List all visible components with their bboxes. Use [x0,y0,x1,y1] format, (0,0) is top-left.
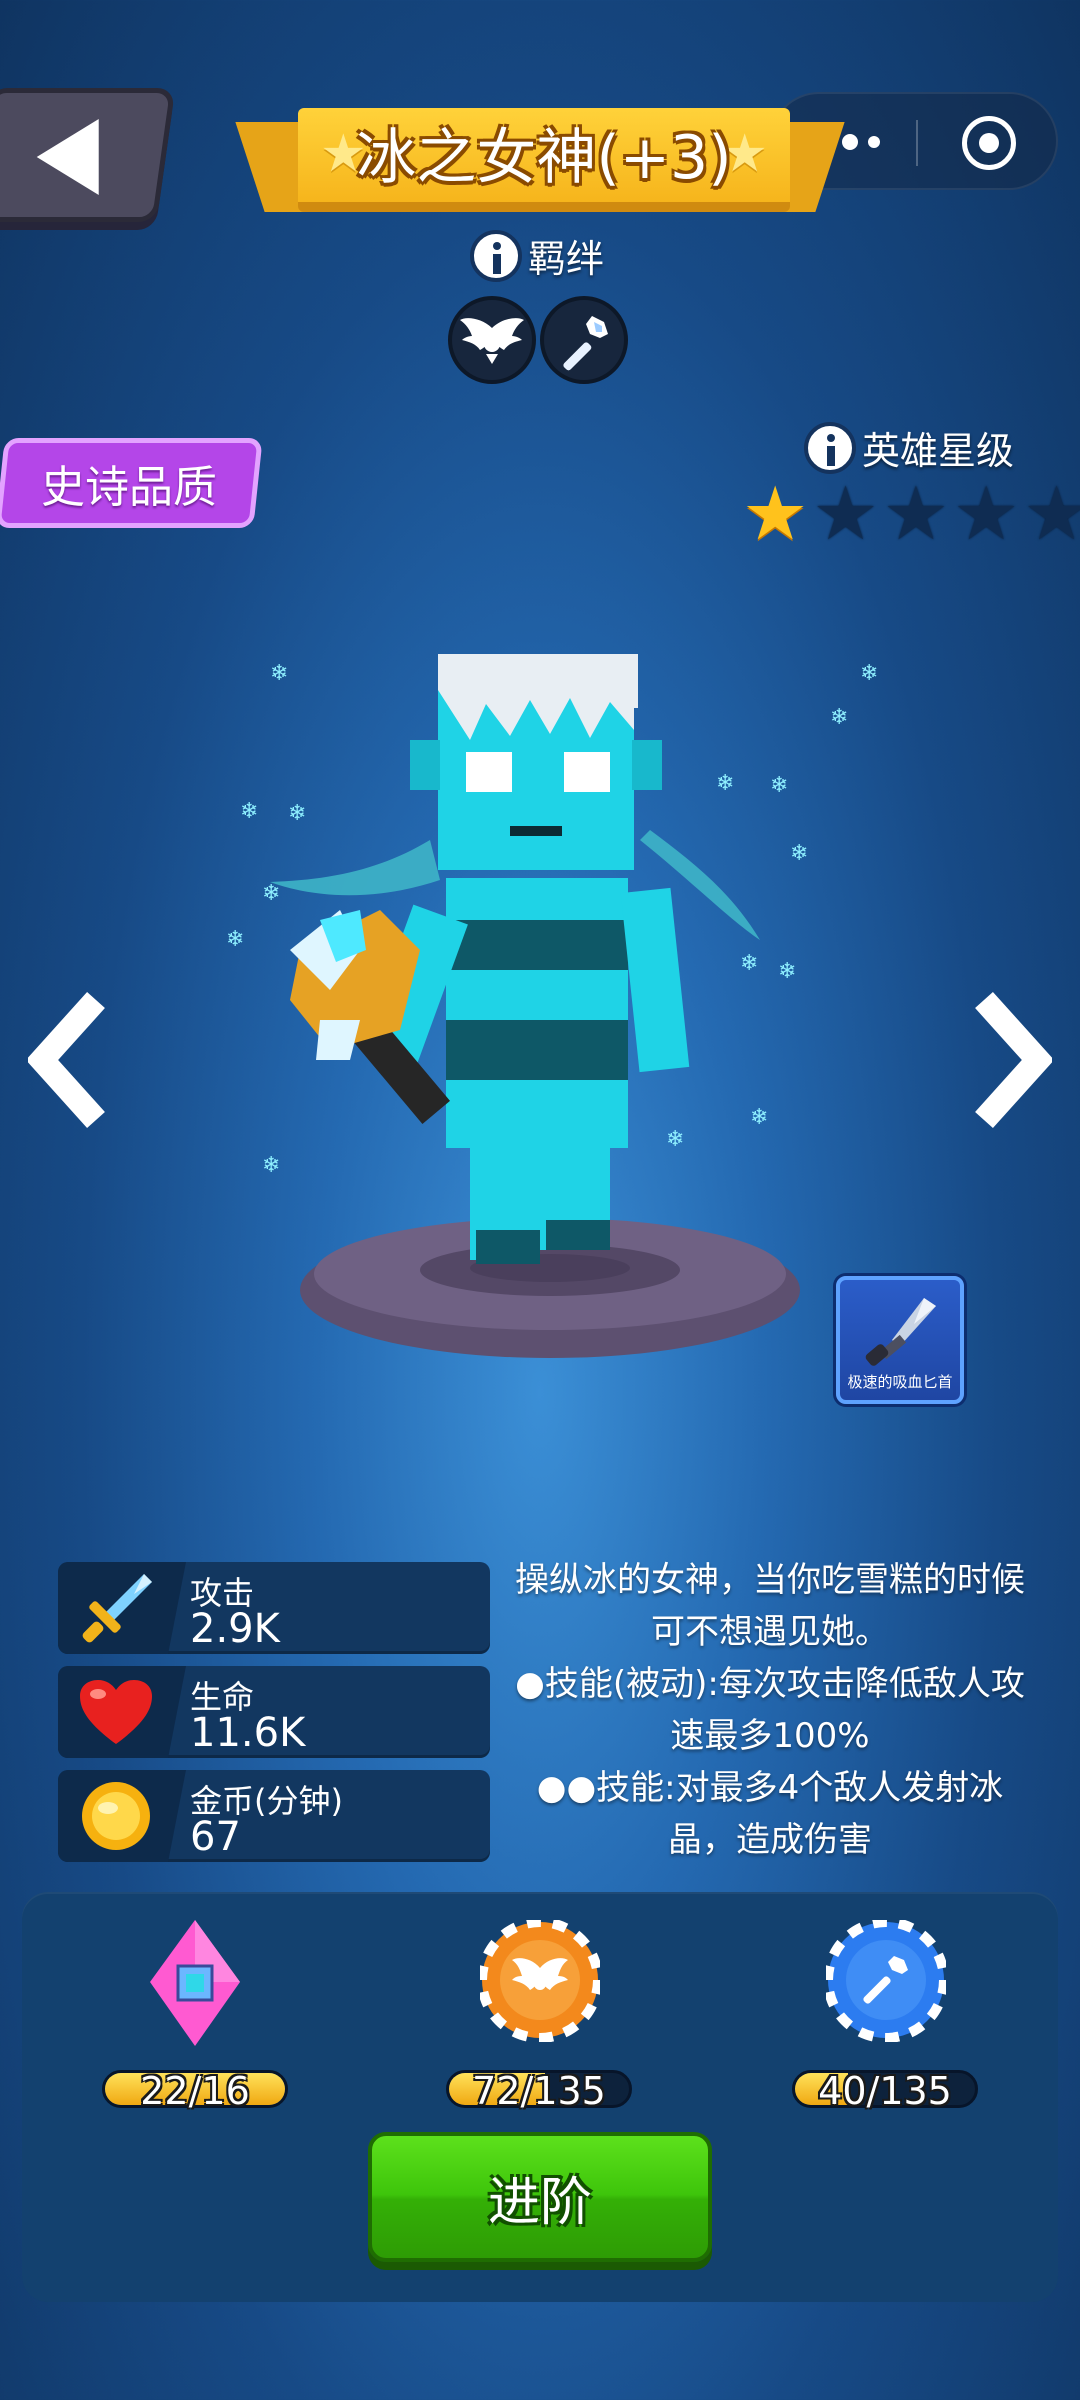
hero-description: 操纵冰的女神，当你吃雪糕的时候可不想遇见她。 ●技能(被动):每次攻击降低敌人攻… [510,1554,1030,1866]
wand-token-icon [826,1920,946,2042]
svg-text:❄: ❄ [830,705,848,730]
dagger-icon [865,1298,936,1366]
svg-text:❄: ❄ [716,771,734,796]
next-hero-arrow-icon[interactable] [962,990,1052,1130]
hero-shard-icon [150,1920,240,2046]
svg-text:❄: ❄ [750,1105,768,1130]
hero-name: 冰之女神(+3) [356,123,732,193]
sword-icon [82,1574,152,1643]
svg-text:❄: ❄ [288,801,306,826]
wand-token-count: 40/135 [818,2069,952,2113]
wings-emblem-icon[interactable] [448,296,536,384]
equipped-weapon-slot[interactable]: 极速的吸血匕首 [836,1276,964,1404]
svg-text:❄: ❄ [226,927,244,952]
bond-label: 羁绊 [528,237,605,281]
svg-text:❄: ❄ [666,1127,684,1152]
description-line: 操纵冰的女神，当你吃雪糕的时候可不想遇见她。 [515,1560,1025,1652]
passive-skill-text: ●技能(被动):每次攻击降低敌人攻速最多100% [515,1664,1025,1756]
svg-text:❄: ❄ [778,959,796,984]
svg-text:❄: ❄ [740,951,758,976]
back-button[interactable] [0,88,176,222]
ice-wand-icon[interactable] [540,296,628,384]
hero-model: ❄ ❄ ❄ ❄ ❄ ❄ ❄ ❄ ❄ ❄ ❄ ❄ ❄ ❄ ❄ [226,654,878,1358]
wings-token-icon [480,1920,600,2042]
hero-title-banner: ★ ★ 冰之女神(+3) [298,108,790,212]
svg-text:❄: ❄ [270,661,288,686]
star-rating: ★ ★ ★ ★ ★ [742,474,1080,554]
attack-value: 2.9K [190,1606,280,1652]
star-level-label: 英雄星级 [862,429,1015,473]
star-filled-icon: ★ [742,471,809,557]
active-skill-text: ●●技能:对最多4个敌人发射冰晶，造成伤害 [536,1768,1004,1860]
close-target-icon[interactable] [962,116,1016,170]
gold-per-minute-stat: 金币(分钟) 67 [58,1770,490,1862]
svg-text:❄: ❄ [770,773,788,798]
health-value: 11.6K [190,1710,306,1756]
wings-token-count: 72/135 [472,2069,606,2113]
svg-text:❄: ❄ [860,661,878,686]
star-empty-icon: ★ [1023,471,1080,557]
heart-icon [80,1680,152,1744]
star-empty-icon: ★ [953,471,1020,557]
attack-stat: 攻击 2.9K [58,1562,490,1654]
quality-badge: 史诗品质 [0,438,263,528]
health-stat: 生命 11.6K [58,1666,490,1758]
gold-value: 67 [190,1814,241,1860]
advance-label: 进阶 [487,2172,592,2233]
info-icon[interactable] [804,421,856,474]
svg-text:❄: ❄ [262,881,280,906]
hero-shard-count: 22/16 [140,2069,250,2113]
quality-label: 史诗品质 [41,462,217,513]
star-level-info[interactable]: 英雄星级 [804,420,1014,475]
svg-text:❄: ❄ [240,799,258,824]
back-arrow-icon [36,119,99,195]
weapon-label: 极速的吸血匕首 [847,1373,953,1391]
bond-info[interactable]: 羁绊 [470,228,604,283]
star-empty-icon: ★ [882,471,950,557]
svg-text:❄: ❄ [262,1153,280,1178]
info-icon[interactable] [470,229,522,282]
svg-text:❄: ❄ [790,841,808,866]
advance-button[interactable]: 进阶 [368,2132,712,2262]
coin-icon [82,1782,150,1850]
previous-hero-arrow-icon[interactable] [28,990,118,1130]
star-empty-icon: ★ [812,471,879,557]
